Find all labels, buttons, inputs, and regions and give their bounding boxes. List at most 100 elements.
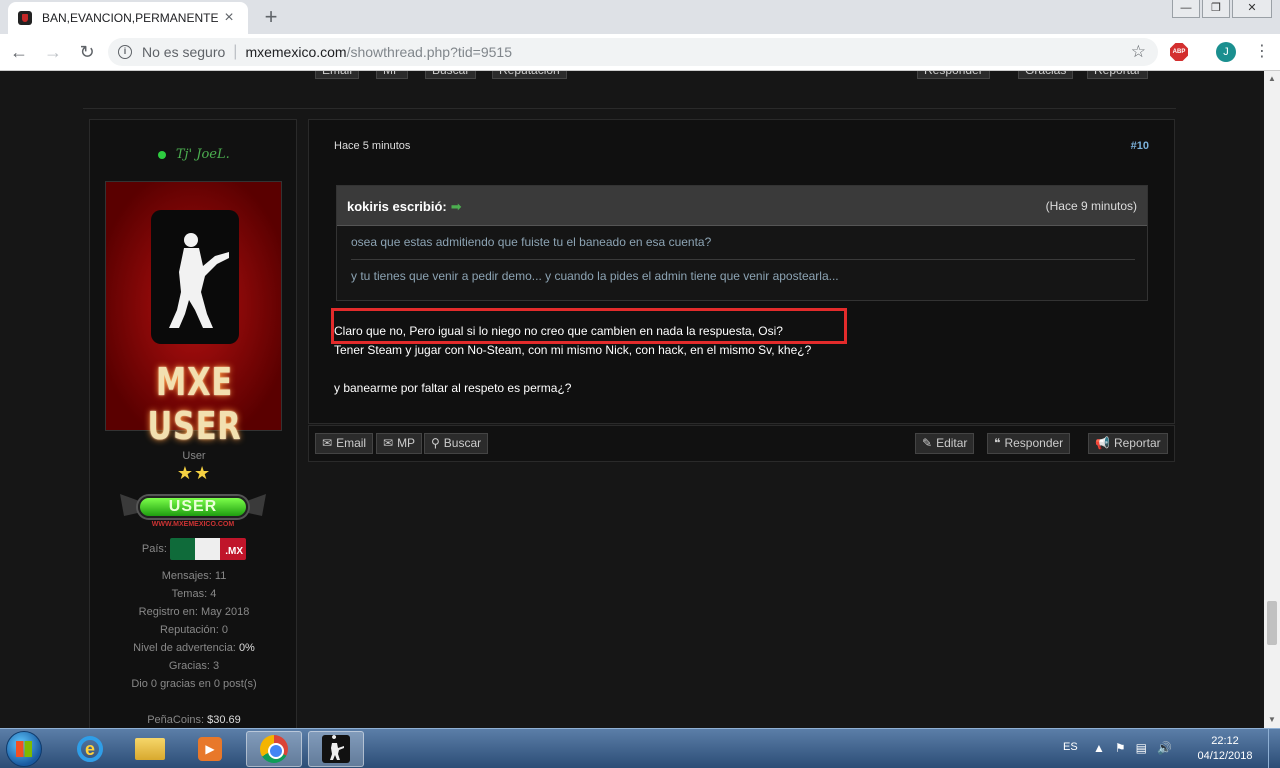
stat-threads: Temas: 4 <box>171 588 217 600</box>
show-hidden-icons-icon[interactable]: ▲ <box>1093 741 1105 755</box>
media-player-icon: ▶ <box>198 737 222 761</box>
quote-arrow-icon[interactable]: ➡ <box>451 199 462 214</box>
back-button[interactable]: ← <box>4 37 34 67</box>
bookmark-star-icon[interactable]: ☆ <box>1131 42 1146 62</box>
language-indicator[interactable]: ES <box>1063 741 1078 753</box>
stat-joined: Registro en: May 2018 <box>138 606 250 618</box>
page-scrollbar[interactable]: ▲ ▼ <box>1264 71 1280 728</box>
url-host: mxemexico.com <box>245 44 347 60</box>
forward-button[interactable]: → <box>38 37 68 67</box>
system-clock[interactable]: 22:12 04/12/2018 <box>1190 734 1260 764</box>
stat-warning-level: Nivel de advertencia: 0% <box>133 642 255 654</box>
quote-time: (Hace 9 minutos) <box>1045 199 1137 213</box>
internet-explorer-icon: e <box>77 736 103 762</box>
scroll-down-arrow-icon[interactable]: ▼ <box>1264 712 1280 728</box>
prev-search-button[interactable]: Buscar <box>425 71 477 79</box>
counter-strike-icon <box>322 735 350 763</box>
username-row: Tj' JoeL. <box>90 146 298 162</box>
address-bar[interactable]: i No es seguro | mxemexico.com /showthre… <box>108 38 1158 66</box>
start-button[interactable] <box>6 731 42 767</box>
tab-close-icon[interactable]: × <box>220 9 238 27</box>
security-label[interactable]: No es seguro <box>142 44 225 60</box>
quote-author: kokiris escribió: ➡ <box>347 199 462 214</box>
post-footer: ✉ Email ✉ MP ⚲ Buscar ✎ Editar ❝ Responder 📢 R… <box>308 425 1175 462</box>
envelope-icon: ✉ <box>322 436 333 450</box>
new-tab-button[interactable]: + <box>258 4 284 30</box>
pm-button[interactable]: ✉ MP <box>376 433 423 454</box>
network-icon[interactable]: ▤ <box>1136 741 1147 755</box>
taskbar-media-player[interactable]: ▶ <box>182 731 238 767</box>
scroll-thumb[interactable] <box>1267 601 1277 645</box>
show-desktop-button[interactable] <box>1268 729 1280 768</box>
report-button[interactable]: 📢 Reportar <box>1088 433 1168 454</box>
taskbar-explorer[interactable] <box>122 731 178 767</box>
rank-badge-image: USER WWW.MXEMEXICO.COM <box>118 488 268 530</box>
scroll-up-arrow-icon[interactable]: ▲ <box>1264 71 1280 87</box>
prev-thanks-button[interactable]: Gracias <box>1018 71 1074 79</box>
prev-report-button[interactable]: Reportar <box>1087 71 1148 79</box>
taskbar-ie[interactable]: e <box>62 731 118 767</box>
browser-toolbar: ← → ↻ i No es seguro | mxemexico.com /sh… <box>0 34 1280 71</box>
edit-icon: ✎ <box>922 436 933 450</box>
window-controls: — ❐ ✕ <box>1172 0 1272 18</box>
post-number-link[interactable]: #10 <box>1131 140 1149 152</box>
email-button[interactable]: ✉ Email <box>315 433 374 454</box>
folder-icon <box>135 738 165 760</box>
browser-menu-icon[interactable]: ⋮ <box>1254 42 1270 62</box>
soldier-silhouette-icon <box>169 233 229 328</box>
minimize-button[interactable]: — <box>1172 0 1200 18</box>
user-avatar[interactable]: MXE USER <box>105 181 282 448</box>
prev-email-button[interactable]: Email <box>315 71 360 79</box>
prev-pm-button[interactable]: MP <box>376 71 408 79</box>
mexico-flag-icon: .MX <box>170 538 247 560</box>
search-button[interactable]: ⚲ Buscar <box>424 433 489 454</box>
reply-button[interactable]: ❝ Responder <box>987 433 1071 454</box>
action-center-icon[interactable]: ⚑ <box>1115 741 1126 755</box>
taskbar-counter-strike[interactable] <box>308 731 364 767</box>
post-text-line: y banearme por faltar al respeto es perm… <box>334 381 572 395</box>
quote-block: kokiris escribió: ➡ (Hace 9 minutos) osea… <box>336 185 1148 301</box>
maximize-button[interactable]: ❐ <box>1202 0 1230 18</box>
close-window-button[interactable]: ✕ <box>1232 0 1272 18</box>
online-status-icon <box>158 150 167 159</box>
stat-posts: Mensajes: 11 <box>161 570 227 582</box>
browser-tab[interactable]: BAN,EVANCION,PERMANENTE × <box>8 2 248 34</box>
rank-stars: ★★ <box>176 463 212 483</box>
post-text-line: Claro que no, Pero igual si lo niego no … <box>334 324 783 338</box>
previous-post-footer: Email MP Buscar Reputación Responder Gra… <box>83 71 1176 109</box>
edit-button[interactable]: ✎ Editar <box>915 433 975 454</box>
taskbar-chrome[interactable] <box>246 731 302 767</box>
volume-icon[interactable]: 🔊 <box>1157 741 1172 755</box>
tab-strip: BAN,EVANCION,PERMANENTE × + — ❐ ✕ <box>0 0 1280 34</box>
username-link[interactable]: Tj' JoeL. <box>176 147 230 162</box>
search-icon: ⚲ <box>431 436 440 450</box>
stat-reputation: Reputación: 0 <box>160 624 228 636</box>
rank-badge-label: USER <box>138 496 248 518</box>
quote-divider <box>351 259 1135 260</box>
stat-thanks: Gracias: 3 <box>168 660 220 672</box>
windows-logo-icon <box>16 741 32 757</box>
page-viewport: Email MP Buscar Reputación Responder Gra… <box>0 71 1264 728</box>
clock-date: 04/12/2018 <box>1197 750 1253 762</box>
post-date: Hace 5 minutos <box>334 140 411 152</box>
user-info-panel: Tj' JoeL. MXE USER User ★★ USER WWW.MXEM… <box>89 119 297 728</box>
site-favicon-icon <box>18 11 32 25</box>
country-code: .MX <box>225 546 244 557</box>
info-icon[interactable]: i <box>118 45 132 59</box>
url-separator: | <box>233 43 238 60</box>
clock-time: 22:12 <box>1211 735 1239 747</box>
reload-button[interactable]: ↻ <box>72 37 102 67</box>
prev-reputation-button[interactable]: Reputación <box>492 71 567 79</box>
megaphone-icon: 📢 <box>1095 436 1110 450</box>
quote-icon: ❝ <box>994 436 1001 450</box>
prev-reply-button[interactable]: Responder <box>917 71 990 79</box>
profile-avatar[interactable]: J <box>1216 42 1236 62</box>
tab-title: BAN,EVANCION,PERMANENTE <box>42 11 219 25</box>
avatar-logo-text: MXE USER <box>147 360 242 448</box>
message-icon: ✉ <box>383 436 394 450</box>
url-path: /showthread.php?tid=9515 <box>346 44 512 60</box>
post-body: Hace 5 minutos #10 kokiris escribió: ➡ (H… <box>308 119 1175 424</box>
country-label: País: <box>141 542 167 555</box>
stat-thanks-given: Dio 0 gracias en 0 post(s) <box>131 678 257 690</box>
country-row: País: .MX <box>90 538 298 560</box>
